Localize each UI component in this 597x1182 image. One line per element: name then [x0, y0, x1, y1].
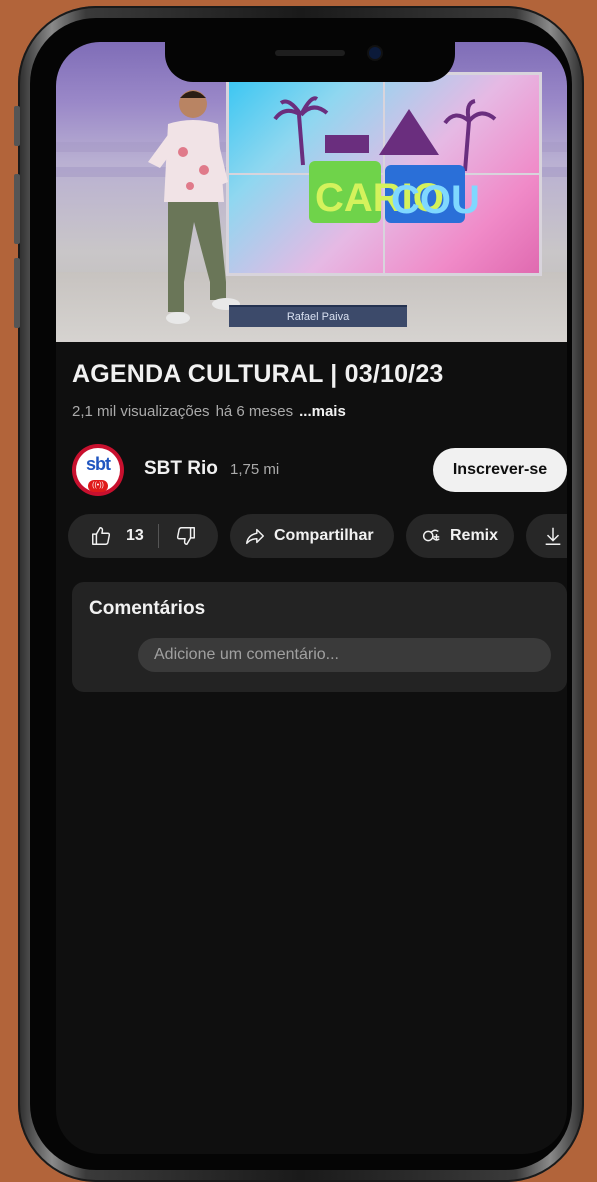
more-link[interactable]: ...mais — [299, 403, 346, 420]
subscriber-count: 1,75 mi — [230, 461, 280, 478]
share-label: Compartilhar — [274, 527, 374, 544]
thumbs-up-icon — [92, 527, 111, 545]
front-camera — [369, 47, 381, 59]
view-count: 2,1 mil visualizações — [72, 403, 210, 420]
volume-down-button — [14, 258, 20, 328]
thumbs-down-icon — [176, 527, 195, 545]
comment-input[interactable]: Adicione um comentário... — [138, 638, 551, 672]
download-icon — [545, 527, 561, 545]
video-player[interactable]: CARIO COU Rafael Paiva — [56, 42, 567, 342]
video-title: AGENDA CULTURAL | 03/10/23 — [72, 360, 444, 388]
presenter-figure — [148, 90, 240, 324]
subscribe-button[interactable]: Inscrever-se — [433, 448, 567, 492]
share-button[interactable]: Compartilhar — [230, 514, 394, 558]
lower-third-caption: Rafael Paiva — [229, 305, 407, 327]
mute-switch — [14, 106, 20, 146]
video-wall-panel: CARIO COU — [226, 72, 542, 276]
channel-avatar[interactable]: sbt ((•)) — [72, 444, 124, 496]
channel-avatar-logo: sbt — [86, 454, 111, 474]
comments-heading: Comentários — [89, 598, 206, 619]
channel-name[interactable]: SBT Rio — [144, 458, 218, 480]
download-button[interactable] — [526, 514, 567, 558]
volume-up-button — [14, 174, 20, 244]
live-icon: ((•)) — [88, 480, 108, 492]
remix-button[interactable]: Remix — [406, 514, 514, 558]
like-button[interactable]: 13 — [68, 514, 144, 558]
like-dislike-pill: 13 — [68, 514, 218, 558]
phone-notch — [165, 40, 455, 82]
upload-age: há 6 meses — [215, 403, 294, 420]
remix-icon — [422, 529, 440, 542]
channel-row: sbt ((•)) SBT Rio 1,75 mi Inscrever-se — [72, 444, 567, 496]
dislike-button[interactable] — [159, 514, 197, 558]
svg-text:COU: COU — [391, 178, 480, 222]
phone-screen: CARIO COU Rafael Paiva AGENDA CULTURAL |… — [56, 42, 567, 1154]
like-count: 13 — [126, 527, 144, 544]
earpiece-speaker — [275, 50, 345, 56]
share-icon — [246, 528, 264, 545]
show-logo-graphic: CARIO COU — [273, 96, 497, 223]
video-meta[interactable]: 2,1 mil visualizações há 6 meses ...mais — [72, 403, 346, 420]
comments-card[interactable]: Comentários Adicione um comentário... — [72, 582, 567, 692]
remix-label: Remix — [450, 527, 499, 544]
action-bar: 13 Compartilhar Remix — [68, 514, 567, 558]
